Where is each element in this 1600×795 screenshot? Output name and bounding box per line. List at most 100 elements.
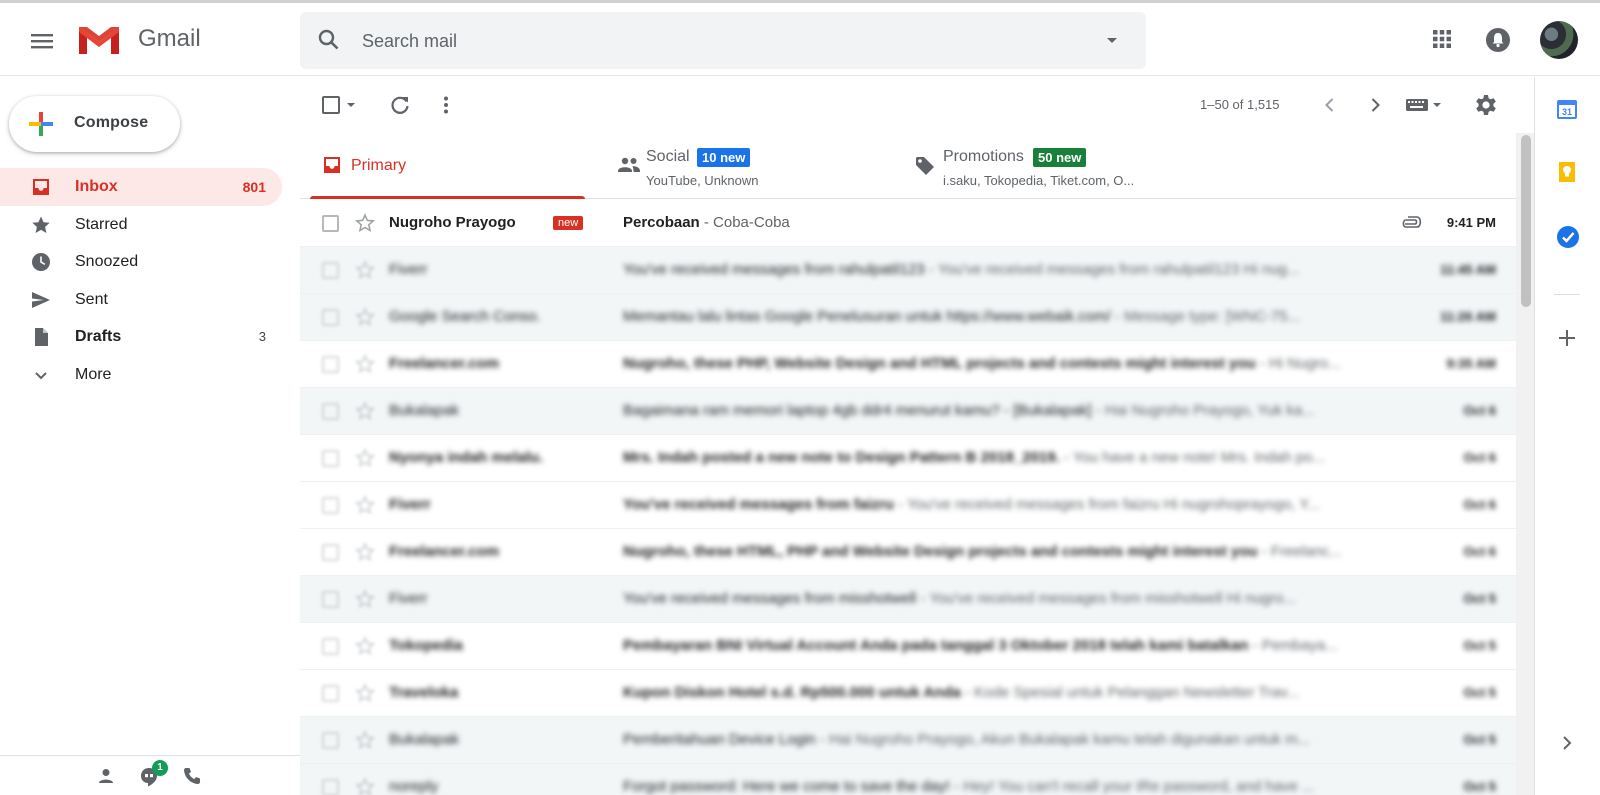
- email-select-checkbox[interactable]: [322, 779, 339, 795]
- email-subject-line: Nugroho, these HTML, PHP and Website Des…: [623, 543, 1342, 560]
- email-snippet: - You've received messages from misshotw…: [916, 590, 1296, 607]
- tab-social[interactable]: Social 10 new YouTube, Unknown: [595, 133, 885, 199]
- tasks-check-icon[interactable]: [1556, 225, 1580, 249]
- email-select-checkbox[interactable]: [322, 638, 339, 655]
- email-subject-line: You've received messages from rahulpatil…: [623, 261, 1299, 278]
- email-row[interactable]: Fiverr You've received messages from faiz…: [300, 482, 1516, 529]
- email-row[interactable]: Fiverr You've received messages from miss…: [300, 576, 1516, 623]
- new-count-badge: 50 new: [1033, 148, 1087, 167]
- select-dropdown-icon[interactable]: [344, 98, 358, 112]
- email-snippet: - You have a new note! Mrs. Indah po...: [1059, 449, 1325, 466]
- star-toggle-icon[interactable]: [355, 354, 375, 374]
- email-subject: You've received messages from rahulpatil…: [623, 261, 925, 278]
- select-all-checkbox[interactable]: [322, 96, 340, 114]
- email-time: Oct 6: [1463, 544, 1496, 559]
- refresh-icon[interactable]: [388, 93, 412, 117]
- email-select-checkbox[interactable]: [322, 591, 339, 608]
- email-select-checkbox[interactable]: [322, 215, 339, 232]
- star-toggle-icon[interactable]: [355, 683, 375, 703]
- email-subject-line: Percobaan - Coba-Coba: [623, 214, 790, 231]
- user-avatar[interactable]: [1540, 21, 1578, 59]
- email-subject-line: Bagaimana ram memori laptop 4gb ddr4 men…: [623, 402, 1315, 419]
- email-subject: You've received messages from faizru: [623, 496, 894, 513]
- email-select-checkbox[interactable]: [322, 403, 339, 420]
- email-subject: Nugroho, these HTML, PHP and Website Des…: [623, 543, 1258, 560]
- email-row[interactable]: noreply Forgot password: Here we come to …: [300, 764, 1516, 795]
- email-select-checkbox[interactable]: [322, 450, 339, 467]
- sidebar-item-snoozed[interactable]: Snoozed: [0, 243, 282, 281]
- settings-gear-icon[interactable]: [1473, 92, 1499, 118]
- more-options-icon[interactable]: [434, 93, 458, 117]
- star-toggle-icon[interactable]: [355, 777, 375, 795]
- email-select-checkbox[interactable]: [322, 262, 339, 279]
- keyboard-input-icon[interactable]: [1405, 95, 1445, 115]
- phone-icon[interactable]: [182, 766, 202, 786]
- calendar-icon[interactable]: 31: [1556, 98, 1578, 120]
- sidebar-item-inbox[interactable]: Inbox 801: [0, 168, 282, 206]
- sidebar-item-label: Sent: [75, 290, 108, 308]
- expand-panel-chevron-icon[interactable]: [1556, 732, 1578, 754]
- apps-grid-icon[interactable]: [1430, 27, 1454, 51]
- email-row[interactable]: Bukalapak Pemberitahuan Device Login - Ha…: [300, 717, 1516, 764]
- compose-label: Compose: [74, 114, 149, 131]
- email-row[interactable]: Freelancer.com Nugroho, these HTML, PHP a…: [300, 529, 1516, 576]
- email-subject-line: Nugroho, these PHP, Website Design and H…: [623, 355, 1341, 372]
- email-row[interactable]: Freelancer.com Nugroho, these PHP, Websit…: [300, 341, 1516, 388]
- sidebar-item-drafts[interactable]: Drafts 3: [0, 318, 282, 356]
- top-bar: Gmail: [0, 3, 1600, 76]
- email-row[interactable]: Tokopedia Pembayaran BNI Virtual Account …: [300, 623, 1516, 670]
- star-toggle-icon[interactable]: [355, 401, 375, 421]
- add-addon-plus-icon[interactable]: [1556, 327, 1578, 349]
- sidebar-item-sent[interactable]: Sent: [0, 281, 282, 319]
- star-toggle-icon[interactable]: [355, 448, 375, 468]
- main-menu-icon[interactable]: [26, 25, 58, 57]
- email-row[interactable]: Google Search Conso. Memantau lalu lintas…: [300, 294, 1516, 341]
- email-row[interactable]: Nugroho Prayogo new Percobaan - Coba-Coba 9…: [300, 200, 1516, 247]
- tab-label: Primary: [351, 157, 407, 174]
- email-snippet: - Hi Nugro...: [1255, 355, 1341, 372]
- email-subject-line: You've received messages from misshotwel…: [623, 590, 1296, 607]
- newer-page-icon[interactable]: [1318, 93, 1342, 117]
- contacts-person-icon[interactable]: [96, 766, 116, 786]
- email-row[interactable]: Bukalapak Bagaimana ram memori laptop 4gb…: [300, 388, 1516, 435]
- email-select-checkbox[interactable]: [322, 544, 339, 561]
- email-subject: Pemberitahuan Device Login: [623, 731, 816, 748]
- search-icon[interactable]: [316, 27, 342, 53]
- email-select-checkbox[interactable]: [322, 732, 339, 749]
- tab-promotions[interactable]: Promotions 50 new i.saku, Tokopedia, Tik…: [892, 133, 1202, 199]
- scrollbar-thumb[interactable]: [1521, 135, 1531, 307]
- email-row[interactable]: Nyonya indah melalu. Mrs. Indah posted a …: [300, 435, 1516, 482]
- star-toggle-icon[interactable]: [355, 542, 375, 562]
- star-toggle-icon[interactable]: [355, 213, 375, 233]
- email-select-checkbox[interactable]: [322, 309, 339, 326]
- email-row[interactable]: Traveloka Kupon Diskon Hotel s.d. Rp500.0…: [300, 670, 1516, 717]
- tab-primary[interactable]: Primary: [300, 133, 585, 199]
- email-sender: Freelancer.com: [389, 355, 500, 372]
- email-snippet: - Kode Spesial untuk Pelanggan Newslette…: [960, 684, 1300, 701]
- email-time: Oct 5: [1463, 591, 1496, 606]
- search-options-dropdown-icon[interactable]: [1100, 28, 1124, 52]
- email-snippet: - Pembaya...: [1248, 637, 1338, 654]
- sidebar-item-starred[interactable]: Starred: [0, 206, 282, 244]
- email-subject: Memantau lalu lintas Google Penelusuran …: [623, 308, 1111, 325]
- sidebar-item-more[interactable]: More: [0, 356, 282, 394]
- notifications-bell-icon[interactable]: [1485, 27, 1511, 53]
- email-row[interactable]: Fiverr You've received messages from rahu…: [300, 247, 1516, 294]
- email-select-checkbox[interactable]: [322, 497, 339, 514]
- star-toggle-icon[interactable]: [355, 260, 375, 280]
- compose-button[interactable]: Compose: [9, 96, 180, 152]
- email-select-checkbox[interactable]: [322, 356, 339, 373]
- older-page-icon[interactable]: [1363, 93, 1387, 117]
- star-toggle-icon[interactable]: [355, 495, 375, 515]
- keep-bulb-icon[interactable]: [1556, 161, 1578, 183]
- email-select-checkbox[interactable]: [322, 685, 339, 702]
- side-panel: 31: [1534, 77, 1600, 795]
- search-input[interactable]: [362, 26, 1082, 56]
- star-toggle-icon[interactable]: [355, 636, 375, 656]
- email-time: Oct 5: [1463, 638, 1496, 653]
- gmail-logo-icon[interactable]: [76, 23, 122, 57]
- star-toggle-icon[interactable]: [355, 730, 375, 750]
- star-toggle-icon[interactable]: [355, 589, 375, 609]
- email-subject: Percobaan: [623, 214, 700, 231]
- star-toggle-icon[interactable]: [355, 307, 375, 327]
